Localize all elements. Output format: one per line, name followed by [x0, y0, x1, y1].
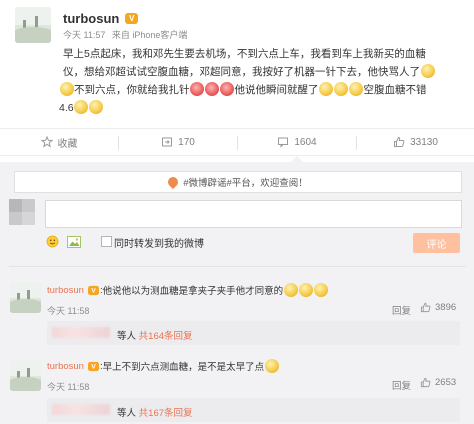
rumor-notice-bar[interactable]: #微博辟谣#平台，欢迎查阅！ — [14, 171, 462, 193]
collect-button[interactable]: 收藏 — [0, 129, 118, 155]
post-time[interactable]: 今天 11:57 — [63, 30, 105, 40]
post-text: 早上5点起床，我和邓先生要去机场，不到六点上车，我看到车上我新买的血糖 仪，想给… — [59, 45, 473, 117]
view-replies-link[interactable]: 共167条回复 — [139, 408, 193, 419]
thumbs-up-icon — [420, 302, 431, 313]
thumbs-up-icon — [420, 377, 431, 388]
forward-icon — [162, 137, 173, 147]
comment-separator — [9, 266, 466, 267]
star-icon — [40, 136, 53, 148]
submit-comment-button[interactable]: 评论 — [413, 233, 460, 253]
reply-button[interactable]: 回复 — [392, 303, 411, 317]
rumor-notice-text: #微博辟谣#平台，欢迎查阅！ — [183, 178, 308, 189]
laugh-emoji-icon — [319, 82, 333, 96]
post-line-3b: 他说他瞬间就醒了 — [234, 84, 319, 96]
laugh-emoji-icon — [313, 283, 328, 297]
blurred-usernames — [52, 404, 110, 415]
laugh-emoji-icon — [334, 82, 348, 96]
laugh-emoji-icon — [89, 100, 104, 114]
forward-checkbox-label[interactable]: 同时转发到我的微博 — [114, 235, 204, 250]
comment-text-row: turbosun V : 早上不到六点测血糖，是不是太早了点 — [47, 359, 279, 373]
emoji-button[interactable] — [46, 235, 59, 248]
laugh-emoji-icon — [74, 100, 89, 114]
post-line-3a: 不到六点，你就给我扎针 — [74, 84, 190, 96]
comment-like-count: 2653 — [435, 377, 457, 388]
post-source: 来自 iPhone客户端 — [111, 30, 188, 40]
sub-reply-prefix: 等人 — [117, 408, 137, 419]
comment-input[interactable] — [45, 200, 462, 228]
laugh-emoji-icon — [283, 283, 298, 297]
laugh-emoji-icon — [298, 283, 313, 297]
thumbs-up-icon — [394, 136, 405, 147]
image-button[interactable] — [67, 235, 81, 248]
post-line-2: 仪，想给邓超试试空腹血糖，邓超同意，我按好了机器一针下去，他快骂人了 — [63, 66, 420, 78]
vip-badge-icon[interactable]: V — [125, 12, 139, 24]
reply-button[interactable]: 回复 — [392, 378, 411, 392]
sub-reply-summary: 等人 共167条回复 — [117, 405, 193, 419]
image-icon — [67, 236, 81, 248]
sub-reply-summary: 等人 共164条回复 — [117, 328, 193, 342]
comment-count: 1604 — [294, 136, 317, 148]
comment-avatar[interactable] — [10, 282, 41, 313]
crying-emoji-icon — [420, 64, 435, 78]
blurred-usernames — [52, 327, 110, 338]
comment-text: 早上不到六点测血糖，是不是太早了点 — [102, 362, 265, 373]
post-line-1: 早上5点起床，我和邓先生要去机场，不到六点上车，我看到车上我新买的血糖 — [63, 48, 426, 60]
comment-icon — [278, 137, 289, 148]
surprised-emoji-icon — [264, 359, 279, 373]
forward-count: 170 — [178, 136, 195, 148]
comment-like-button[interactable]: 2653 — [420, 377, 456, 388]
post-line-3c: 空腹血糖不错 — [363, 84, 427, 96]
comment-button[interactable]: 1604 — [238, 129, 356, 155]
comment-text-row: turbosun V : 他说他以为测血糖是拿夹子夹手他才同意的 — [47, 283, 328, 297]
view-replies-link[interactable]: 共164条回复 — [139, 331, 193, 342]
post-line-4: 4.6 — [59, 102, 74, 114]
comment-text: 他说他以为测血糖是拿夹子夹手他才同意的 — [102, 286, 284, 297]
pig-emoji-icon — [190, 82, 204, 96]
post-action-bar: 收藏 170 1604 33130 — [0, 128, 474, 156]
vip-badge-icon[interactable]: V — [87, 361, 100, 371]
comment-username[interactable]: turbosun — [47, 361, 84, 372]
comment-like-count: 3896 — [435, 302, 457, 313]
comment-avatar[interactable] — [10, 360, 41, 391]
forward-button[interactable]: 170 — [119, 129, 237, 155]
post-avatar[interactable] — [15, 7, 51, 43]
like-count: 33130 — [410, 136, 438, 148]
laugh-emoji-icon — [349, 82, 363, 96]
forward-checkbox[interactable] — [101, 236, 112, 247]
pig-emoji-icon — [205, 82, 219, 96]
vip-badge-icon[interactable]: V — [87, 285, 100, 295]
comment-time: 今天 11:58 — [47, 382, 90, 392]
crying-emoji-icon — [59, 82, 74, 96]
comment-like-button[interactable]: 3896 — [420, 302, 456, 313]
smiley-icon — [46, 235, 59, 248]
sub-reply-prefix: 等人 — [117, 331, 137, 342]
comment-time: 今天 11:58 — [47, 306, 90, 316]
collect-label: 收藏 — [57, 138, 78, 150]
comment-username[interactable]: turbosun — [47, 285, 84, 296]
fire-icon — [166, 174, 181, 190]
my-avatar — [9, 199, 35, 225]
like-button[interactable]: 33130 — [357, 129, 474, 155]
post-username[interactable]: turbosun — [63, 11, 119, 26]
pig-emoji-icon — [220, 82, 234, 96]
